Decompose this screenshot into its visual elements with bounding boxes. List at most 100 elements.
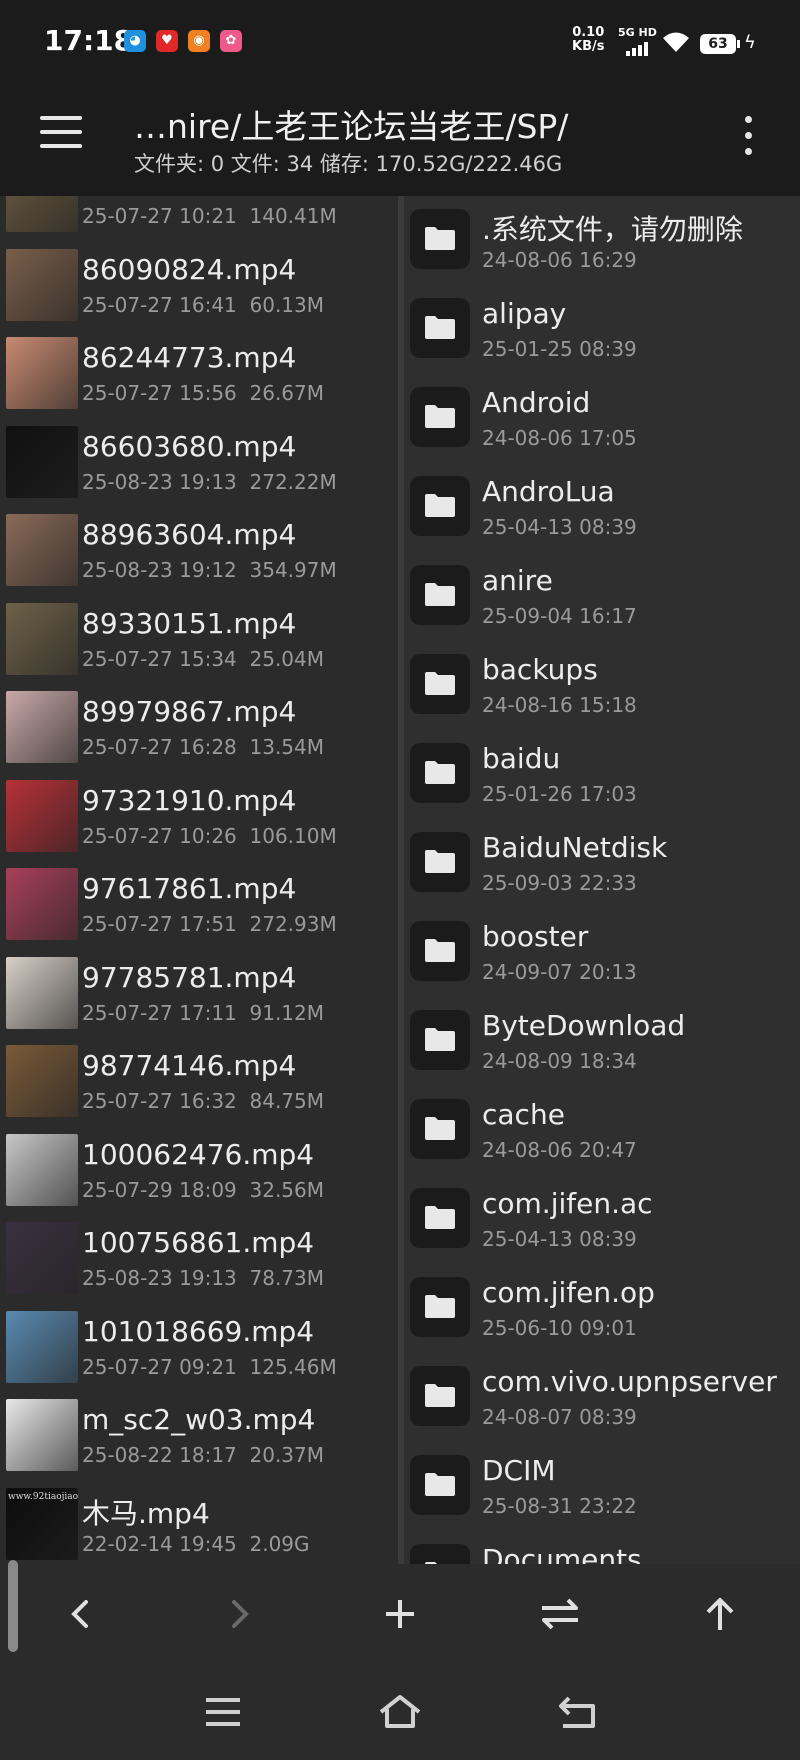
file-name: 100062476.mp4 bbox=[82, 1137, 315, 1171]
file-size: 25.04M bbox=[249, 646, 325, 671]
folder-date: 24-08-16 15:18 bbox=[482, 693, 637, 717]
file-row[interactable]: 89330151.mp4 25-07-27 15:34 25.04M bbox=[0, 595, 398, 684]
bottom-toolbar bbox=[0, 1564, 800, 1664]
file-row[interactable]: 86090824.mp4 25-07-27 16:41 60.13M bbox=[0, 241, 398, 330]
network-label: 5G HD bbox=[618, 26, 657, 39]
file-row[interactable]: 86603680.mp4 25-08-23 19:13 272.22M bbox=[0, 418, 398, 507]
folder-icon bbox=[410, 1010, 470, 1070]
return-icon[interactable] bbox=[553, 1692, 603, 1732]
app-red-icon: ♥ bbox=[156, 30, 178, 52]
folder-name: Documents bbox=[482, 1543, 642, 1564]
folder-row[interactable]: BaiduNetdisk 25-09-03 22:33 bbox=[404, 819, 800, 908]
file-row[interactable]: 100756861.mp4 25-08-23 19:13 78.73M bbox=[0, 1214, 398, 1303]
file-size: 272.22M bbox=[249, 469, 337, 494]
notification-icons: ◕ ♥ ◉ ✿ bbox=[124, 30, 242, 52]
video-thumbnail bbox=[6, 1222, 78, 1294]
folder-row[interactable]: com.vivo.upnpserver 24-08-07 08:39 bbox=[404, 1353, 800, 1442]
folder-row[interactable]: AndroLua 25-04-13 08:39 bbox=[404, 463, 800, 552]
folder-name: booster bbox=[482, 920, 589, 953]
file-name: 木马.mp4 bbox=[82, 1496, 210, 1530]
file-date: 25-07-27 09:21 bbox=[82, 1354, 237, 1379]
folder-name: com.vivo.upnpserver bbox=[482, 1365, 777, 1398]
folder-icon bbox=[410, 1099, 470, 1159]
folder-icon bbox=[410, 565, 470, 625]
folder-icon bbox=[410, 209, 470, 269]
file-meta: 25-07-27 09:21 125.46M bbox=[82, 1355, 337, 1379]
folder-name: com.jifen.ac bbox=[482, 1187, 653, 1220]
path-stats: 文件夹: 0 文件: 34 储存: 170.52G/222.46G bbox=[134, 152, 563, 176]
file-row[interactable]: 98774146.mp4 25-07-27 16:32 84.75M bbox=[0, 1037, 398, 1126]
file-row[interactable]: 97617861.mp4 25-07-27 17:51 272.93M bbox=[0, 860, 398, 949]
file-name: 97617861.mp4 bbox=[82, 872, 297, 905]
system-nav-bar bbox=[0, 1664, 800, 1760]
more-options-button[interactable] bbox=[736, 114, 760, 158]
folder-icon bbox=[410, 654, 470, 714]
current-path[interactable]: …nire/上老王论坛当老王/SP/ bbox=[134, 100, 568, 148]
menu-button[interactable] bbox=[40, 116, 84, 152]
home-icon[interactable] bbox=[375, 1692, 425, 1732]
folder-row[interactable]: backups 24-08-16 15:18 bbox=[404, 641, 800, 730]
file-size: 32.56M bbox=[249, 1177, 325, 1202]
file-date: 25-07-29 18:09 bbox=[82, 1177, 237, 1202]
file-size: 125.46M bbox=[249, 1354, 337, 1379]
file-row[interactable]: www.92tiaojiao.co 木马.mp422-02-14 19:45 2.… bbox=[0, 1480, 398, 1565]
folder-date: 25-04-13 08:39 bbox=[482, 1227, 637, 1251]
add-icon[interactable] bbox=[370, 1586, 430, 1642]
video-thumbnail bbox=[6, 779, 78, 852]
file-size: 91.12M bbox=[249, 1000, 325, 1025]
file-row[interactable]: 88963604.mp4 25-08-23 19:12 354.97M bbox=[0, 506, 398, 595]
folder-row[interactable]: ByteDownload 24-08-09 18:34 bbox=[404, 997, 800, 1086]
file-size: 106.10M bbox=[249, 823, 337, 848]
file-row[interactable]: 101018669.mp4 25-07-27 09:21 125.46M bbox=[0, 1303, 398, 1392]
folder-list-pane[interactable]: .系统文件，请勿删除 24-08-06 16:29 alipay 25-01-25 0… bbox=[404, 196, 800, 1564]
forward-icon[interactable] bbox=[210, 1586, 270, 1642]
folder-row[interactable]: Documents bbox=[404, 1531, 800, 1564]
file-size: 272.93M bbox=[249, 912, 337, 936]
folder-row[interactable]: com.jifen.op 25-06-10 09:01 bbox=[404, 1264, 800, 1353]
folder-icon bbox=[410, 832, 470, 892]
folder-row[interactable]: DCIM 25-08-31 23:22 bbox=[404, 1442, 800, 1531]
file-size: 84.75M bbox=[249, 1089, 325, 1113]
file-date: 25-07-27 16:32 bbox=[82, 1089, 237, 1113]
video-thumbnail bbox=[6, 602, 78, 675]
folder-row[interactable]: baidu 25-01-26 17:03 bbox=[404, 730, 800, 819]
folder-date: 24-08-06 16:29 bbox=[482, 248, 637, 272]
folder-icon bbox=[410, 743, 470, 803]
folder-date: 25-09-04 16:17 bbox=[482, 604, 637, 628]
status-bar: 17:18 ◕ ♥ ◉ ✿ 0.10 KB/s 5G HD 63 ϟ bbox=[0, 0, 800, 86]
back-icon[interactable] bbox=[50, 1586, 110, 1642]
charging-icon: ϟ bbox=[744, 32, 756, 53]
folder-row[interactable]: anire 25-09-04 16:17 bbox=[404, 552, 800, 641]
file-date: 25-08-23 19:12 bbox=[82, 558, 237, 582]
file-list-pane[interactable]: 25-07-27 10:21 140.41M 86090824.mp4 25-07-… bbox=[0, 196, 398, 1564]
file-row[interactable]: m_sc2_w03.mp4 25-08-22 18:17 20.37M bbox=[0, 1391, 398, 1480]
folder-date: 25-01-26 17:03 bbox=[482, 782, 637, 806]
up-icon[interactable] bbox=[690, 1586, 750, 1642]
folder-icon bbox=[410, 1544, 470, 1564]
file-row[interactable]: 86244773.mp4 25-07-27 15:56 26.67M bbox=[0, 329, 398, 418]
file-row[interactable]: 25-07-27 10:21 140.41M bbox=[0, 196, 398, 241]
folder-icon bbox=[410, 387, 470, 447]
scrollbar[interactable] bbox=[8, 1560, 18, 1652]
file-row[interactable]: 89979867.mp4 25-07-27 16:28 13.54M bbox=[0, 683, 398, 772]
file-row[interactable]: 100062476.mp4 25-07-29 18:09 32.56M bbox=[0, 1126, 398, 1215]
folder-row[interactable]: booster 24-09-07 20:13 bbox=[404, 908, 800, 997]
folder-row[interactable]: .系统文件，请勿删除 24-08-06 16:29 bbox=[404, 196, 800, 285]
menu-icon[interactable] bbox=[198, 1692, 248, 1732]
folder-row[interactable]: alipay 25-01-25 08:39 bbox=[404, 285, 800, 374]
folder-row[interactable]: Android 24-08-06 17:05 bbox=[404, 374, 800, 463]
folder-name: BaiduNetdisk bbox=[482, 831, 668, 864]
swap-icon[interactable] bbox=[530, 1586, 590, 1642]
file-row[interactable]: 97785781.mp4 25-07-27 17:11 91.12M bbox=[0, 949, 398, 1038]
video-thumbnail bbox=[6, 514, 78, 586]
folder-row[interactable]: cache 24-08-06 20:47 bbox=[404, 1086, 800, 1175]
folder-name: ByteDownload bbox=[482, 1009, 686, 1042]
folder-row[interactable]: com.jifen.ac 25-04-13 08:39 bbox=[404, 1175, 800, 1264]
folder-icon bbox=[410, 298, 470, 358]
folder-name: backups bbox=[482, 653, 598, 686]
video-thumbnail bbox=[6, 1310, 78, 1383]
video-thumbnail bbox=[6, 1399, 78, 1471]
file-size: 354.97M bbox=[249, 558, 337, 582]
folder-icon bbox=[410, 1188, 470, 1248]
file-row[interactable]: 97321910.mp4 25-07-27 10:26 106.10M bbox=[0, 772, 398, 861]
